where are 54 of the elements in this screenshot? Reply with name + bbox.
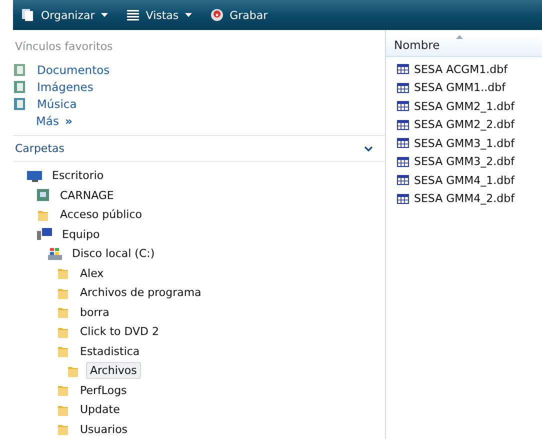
table-file-icon <box>396 118 410 132</box>
folder-tree-item[interactable]: Disco local (C:) <box>68 245 159 262</box>
folder-tree-item[interactable]: Escritorio <box>48 167 108 184</box>
favorite-link[interactable]: Música <box>13 95 385 112</box>
folder-tree-item[interactable]: Alex <box>76 264 108 282</box>
column-header[interactable]: Nombre <box>386 34 542 57</box>
section-title: Carpetas <box>15 142 64 155</box>
file-name[interactable]: SESA GMM4_1.dbf <box>414 174 514 187</box>
table-file-icon <box>396 154 410 169</box>
folder-tree-item[interactable]: Estadistica <box>76 342 144 360</box>
file-name[interactable]: SESA GMM3_2.dbf <box>414 155 514 168</box>
table-file-icon <box>396 192 410 206</box>
folder-tree-item[interactable]: Click to DVD 2 <box>76 323 164 340</box>
chevron-down-icon[interactable] <box>364 146 373 152</box>
disc-icon <box>210 8 224 22</box>
folder-tree-item[interactable]: Usuarios <box>76 420 132 438</box>
favorite-link[interactable]: Imágenes <box>13 78 385 95</box>
table-file-icon <box>396 99 410 114</box>
file-name[interactable]: SESA GMM3_1.dbf <box>414 136 514 150</box>
file-name[interactable]: SESA GMM4_2.dbf <box>414 192 514 206</box>
file-name[interactable]: SESA GMM2_2.dbf <box>414 118 514 132</box>
table-file-icon <box>396 62 410 76</box>
folder-tree-item[interactable]: CARNAGE <box>56 186 118 204</box>
table-file-icon <box>396 80 410 95</box>
sort-arrow-icon <box>456 35 463 39</box>
folder-icon <box>56 305 70 320</box>
table-file-icon <box>396 136 410 150</box>
folder-tree-item[interactable]: Acceso público <box>56 206 146 224</box>
table-file-icon <box>396 173 410 188</box>
favorite-link[interactable]: Documentos <box>13 61 385 78</box>
file-name[interactable]: SESA GMM2_1.dbf <box>414 100 514 113</box>
section-title: Vínculos favoritos <box>14 39 114 55</box>
views-icon <box>126 8 140 22</box>
drive-icon <box>46 246 62 261</box>
folder-tree-item[interactable]: Update <box>76 401 124 418</box>
computer-icon <box>36 227 52 242</box>
folder-tree-item[interactable]: PerfLogs <box>76 382 131 399</box>
folder-tree-item[interactable]: Equipo <box>58 226 104 243</box>
folder-tree-item[interactable]: borra <box>76 304 114 321</box>
folder-icon <box>56 422 70 436</box>
monitor-icon <box>26 168 42 183</box>
folder-icon <box>56 383 70 398</box>
toolbar-button[interactable]: Grabar <box>208 6 270 24</box>
toolbar-button[interactable]: Organizar <box>19 6 110 24</box>
file-name[interactable]: SESA GMM1..dbf <box>414 81 506 94</box>
folder-tree-item[interactable]: Archivos <box>86 362 141 380</box>
folder-tree-item[interactable]: Archivos de programa <box>76 284 206 302</box>
caret-icon <box>100 13 108 17</box>
folder-icon <box>56 266 70 280</box>
caret-icon <box>184 13 192 17</box>
file-name[interactable]: SESA ACGM1.dbf <box>414 62 508 76</box>
more-link[interactable]: Más » <box>13 112 385 129</box>
toolbar-button[interactable]: Vistas <box>124 6 194 24</box>
folder-icon <box>56 344 70 358</box>
